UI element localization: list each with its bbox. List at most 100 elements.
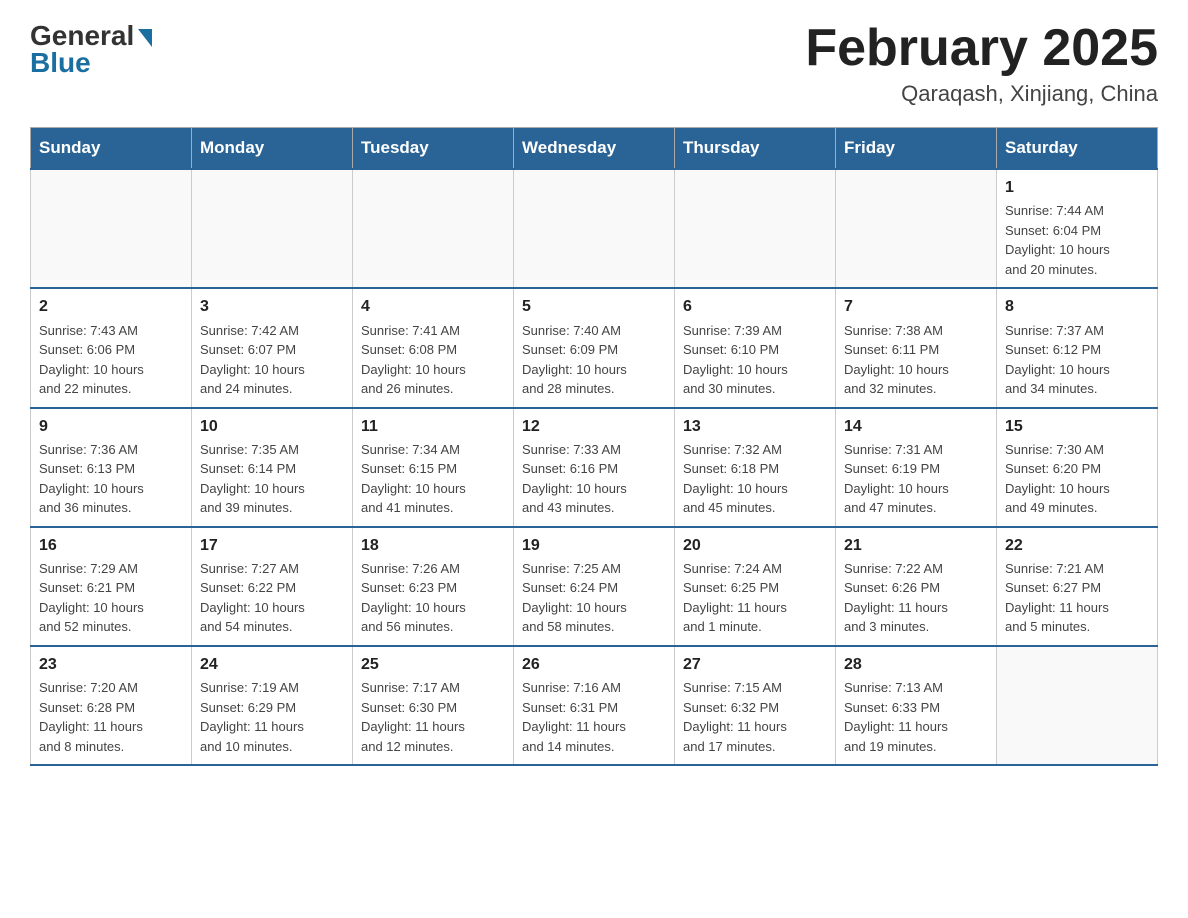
day-info: Sunrise: 7:30 AM Sunset: 6:20 PM Dayligh… (1005, 440, 1149, 518)
weekday-header-row: SundayMondayTuesdayWednesdayThursdayFrid… (31, 128, 1158, 170)
day-info: Sunrise: 7:36 AM Sunset: 6:13 PM Dayligh… (39, 440, 183, 518)
calendar-cell: 17Sunrise: 7:27 AM Sunset: 6:22 PM Dayli… (192, 527, 353, 646)
logo-blue-text: Blue (30, 47, 91, 79)
calendar-cell: 10Sunrise: 7:35 AM Sunset: 6:14 PM Dayli… (192, 408, 353, 527)
weekday-header-sunday: Sunday (31, 128, 192, 170)
calendar-cell (192, 169, 353, 288)
weekday-header-thursday: Thursday (675, 128, 836, 170)
calendar-cell: 23Sunrise: 7:20 AM Sunset: 6:28 PM Dayli… (31, 646, 192, 765)
calendar-cell: 6 Sunrise: 7:39 AM Sunset: 6:10 PM Daylig… (675, 288, 836, 407)
day-info: Sunrise: 7:41 AM Sunset: 6:08 PM Dayligh… (361, 321, 505, 399)
weekday-header-monday: Monday (192, 128, 353, 170)
calendar-cell: 21Sunrise: 7:22 AM Sunset: 6:26 PM Dayli… (836, 527, 997, 646)
day-number: 22 (1005, 534, 1149, 557)
day-number: 21 (844, 534, 988, 557)
day-number: 5 (522, 295, 666, 318)
calendar-cell: 22Sunrise: 7:21 AM Sunset: 6:27 PM Dayli… (997, 527, 1158, 646)
day-number: 13 (683, 415, 827, 438)
day-info: Sunrise: 7:20 AM Sunset: 6:28 PM Dayligh… (39, 678, 183, 756)
calendar-cell: 15Sunrise: 7:30 AM Sunset: 6:20 PM Dayli… (997, 408, 1158, 527)
day-info: Sunrise: 7:22 AM Sunset: 6:26 PM Dayligh… (844, 559, 988, 637)
calendar-cell: 26Sunrise: 7:16 AM Sunset: 6:31 PM Dayli… (514, 646, 675, 765)
calendar-cell: 24Sunrise: 7:19 AM Sunset: 6:29 PM Dayli… (192, 646, 353, 765)
calendar-table: SundayMondayTuesdayWednesdayThursdayFrid… (30, 127, 1158, 766)
calendar-cell: 1Sunrise: 7:44 AM Sunset: 6:04 PM Daylig… (997, 169, 1158, 288)
day-number: 3 (200, 295, 344, 318)
day-number: 16 (39, 534, 183, 557)
logo-arrow-icon (138, 29, 152, 47)
day-number: 24 (200, 653, 344, 676)
day-number: 20 (683, 534, 827, 557)
calendar-week-row: 1Sunrise: 7:44 AM Sunset: 6:04 PM Daylig… (31, 169, 1158, 288)
day-number: 10 (200, 415, 344, 438)
calendar-cell (997, 646, 1158, 765)
day-info: Sunrise: 7:21 AM Sunset: 6:27 PM Dayligh… (1005, 559, 1149, 637)
calendar-cell: 14Sunrise: 7:31 AM Sunset: 6:19 PM Dayli… (836, 408, 997, 527)
day-info: Sunrise: 7:39 AM Sunset: 6:10 PM Dayligh… (683, 321, 827, 399)
day-number: 8 (1005, 295, 1149, 318)
calendar-cell (675, 169, 836, 288)
weekday-header-saturday: Saturday (997, 128, 1158, 170)
day-number: 15 (1005, 415, 1149, 438)
logo: General Blue (30, 20, 152, 79)
day-info: Sunrise: 7:44 AM Sunset: 6:04 PM Dayligh… (1005, 201, 1149, 279)
calendar-cell: 20Sunrise: 7:24 AM Sunset: 6:25 PM Dayli… (675, 527, 836, 646)
title-block: February 2025 Qaraqash, Xinjiang, China (805, 20, 1158, 107)
calendar-cell: 4 Sunrise: 7:41 AM Sunset: 6:08 PM Daylig… (353, 288, 514, 407)
day-info: Sunrise: 7:33 AM Sunset: 6:16 PM Dayligh… (522, 440, 666, 518)
calendar-week-row: 23Sunrise: 7:20 AM Sunset: 6:28 PM Dayli… (31, 646, 1158, 765)
day-info: Sunrise: 7:13 AM Sunset: 6:33 PM Dayligh… (844, 678, 988, 756)
calendar-cell (514, 169, 675, 288)
day-info: Sunrise: 7:24 AM Sunset: 6:25 PM Dayligh… (683, 559, 827, 637)
day-info: Sunrise: 7:29 AM Sunset: 6:21 PM Dayligh… (39, 559, 183, 637)
weekday-header-tuesday: Tuesday (353, 128, 514, 170)
calendar-cell: 16Sunrise: 7:29 AM Sunset: 6:21 PM Dayli… (31, 527, 192, 646)
day-number: 14 (844, 415, 988, 438)
day-info: Sunrise: 7:25 AM Sunset: 6:24 PM Dayligh… (522, 559, 666, 637)
day-info: Sunrise: 7:27 AM Sunset: 6:22 PM Dayligh… (200, 559, 344, 637)
calendar-cell: 5Sunrise: 7:40 AM Sunset: 6:09 PM Daylig… (514, 288, 675, 407)
day-number: 4 (361, 295, 505, 318)
day-info: Sunrise: 7:38 AM Sunset: 6:11 PM Dayligh… (844, 321, 988, 399)
day-number: 11 (361, 415, 505, 438)
calendar-cell: 25Sunrise: 7:17 AM Sunset: 6:30 PM Dayli… (353, 646, 514, 765)
day-number: 17 (200, 534, 344, 557)
calendar-cell: 13Sunrise: 7:32 AM Sunset: 6:18 PM Dayli… (675, 408, 836, 527)
day-info: Sunrise: 7:31 AM Sunset: 6:19 PM Dayligh… (844, 440, 988, 518)
calendar-cell: 12Sunrise: 7:33 AM Sunset: 6:16 PM Dayli… (514, 408, 675, 527)
day-number: 2 (39, 295, 183, 318)
calendar-cell: 9Sunrise: 7:36 AM Sunset: 6:13 PM Daylig… (31, 408, 192, 527)
day-info: Sunrise: 7:26 AM Sunset: 6:23 PM Dayligh… (361, 559, 505, 637)
day-number: 7 (844, 295, 988, 318)
weekday-header-wednesday: Wednesday (514, 128, 675, 170)
day-number: 23 (39, 653, 183, 676)
day-number: 25 (361, 653, 505, 676)
calendar-cell (353, 169, 514, 288)
day-info: Sunrise: 7:17 AM Sunset: 6:30 PM Dayligh… (361, 678, 505, 756)
day-info: Sunrise: 7:34 AM Sunset: 6:15 PM Dayligh… (361, 440, 505, 518)
location-text: Qaraqash, Xinjiang, China (805, 81, 1158, 107)
calendar-cell: 18Sunrise: 7:26 AM Sunset: 6:23 PM Dayli… (353, 527, 514, 646)
day-info: Sunrise: 7:42 AM Sunset: 6:07 PM Dayligh… (200, 321, 344, 399)
day-info: Sunrise: 7:15 AM Sunset: 6:32 PM Dayligh… (683, 678, 827, 756)
day-number: 26 (522, 653, 666, 676)
calendar-cell: 7 Sunrise: 7:38 AM Sunset: 6:11 PM Daylig… (836, 288, 997, 407)
day-number: 19 (522, 534, 666, 557)
weekday-header-friday: Friday (836, 128, 997, 170)
month-title: February 2025 (805, 20, 1158, 77)
calendar-week-row: 16Sunrise: 7:29 AM Sunset: 6:21 PM Dayli… (31, 527, 1158, 646)
page-header: General Blue February 2025 Qaraqash, Xin… (30, 20, 1158, 107)
calendar-cell: 2 Sunrise: 7:43 AM Sunset: 6:06 PM Daylig… (31, 288, 192, 407)
day-number: 12 (522, 415, 666, 438)
day-number: 18 (361, 534, 505, 557)
day-info: Sunrise: 7:43 AM Sunset: 6:06 PM Dayligh… (39, 321, 183, 399)
day-info: Sunrise: 7:19 AM Sunset: 6:29 PM Dayligh… (200, 678, 344, 756)
calendar-cell (836, 169, 997, 288)
day-info: Sunrise: 7:37 AM Sunset: 6:12 PM Dayligh… (1005, 321, 1149, 399)
calendar-cell: 27Sunrise: 7:15 AM Sunset: 6:32 PM Dayli… (675, 646, 836, 765)
day-number: 6 (683, 295, 827, 318)
calendar-cell: 19Sunrise: 7:25 AM Sunset: 6:24 PM Dayli… (514, 527, 675, 646)
day-info: Sunrise: 7:16 AM Sunset: 6:31 PM Dayligh… (522, 678, 666, 756)
calendar-cell: 8 Sunrise: 7:37 AM Sunset: 6:12 PM Daylig… (997, 288, 1158, 407)
day-info: Sunrise: 7:32 AM Sunset: 6:18 PM Dayligh… (683, 440, 827, 518)
